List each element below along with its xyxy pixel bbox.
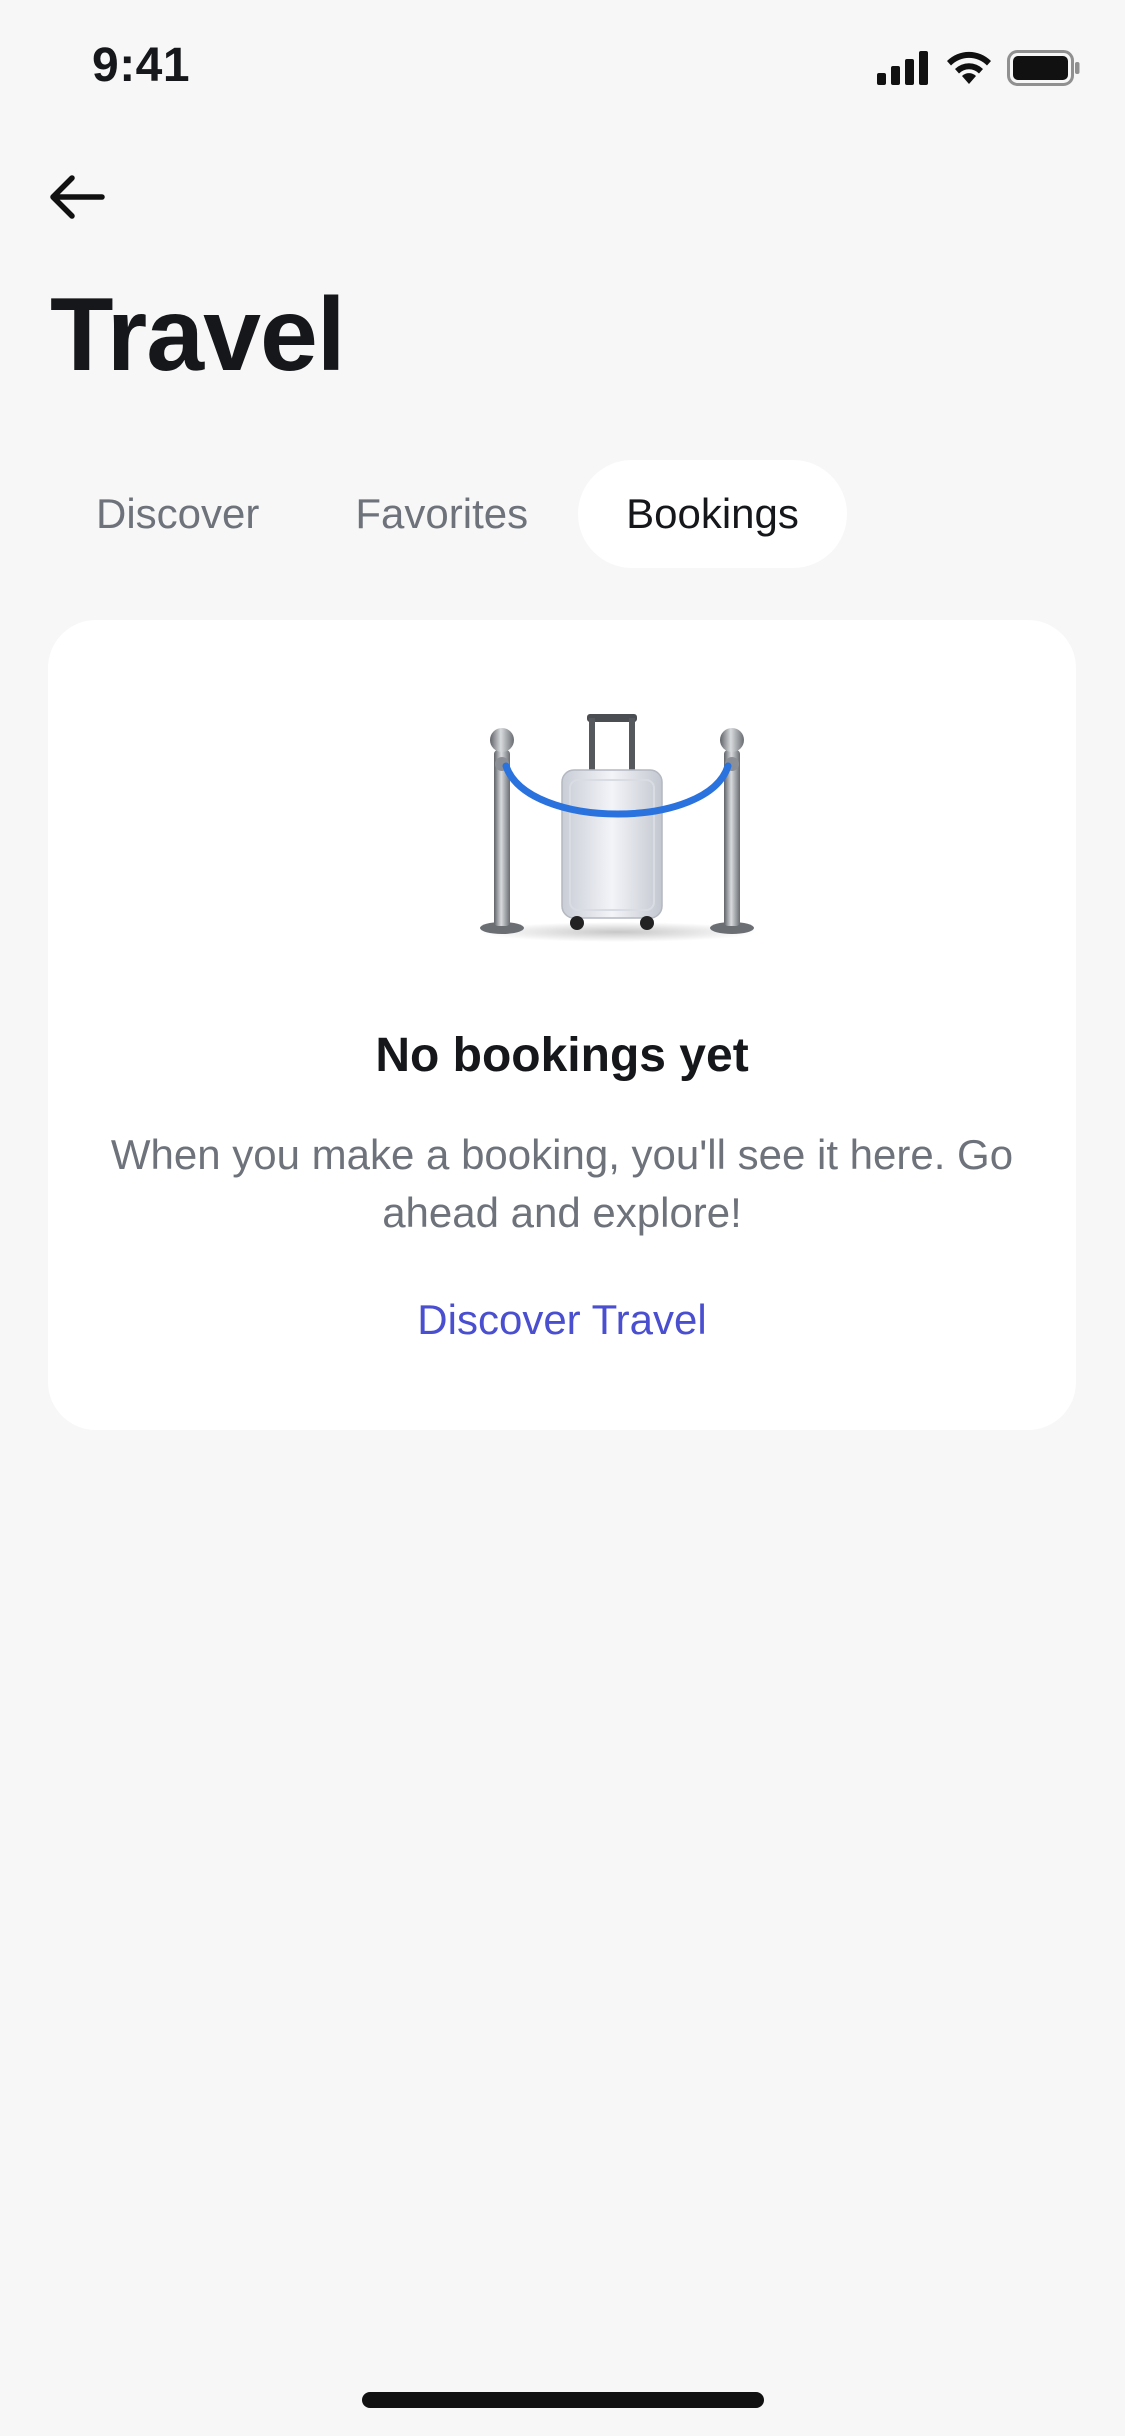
- status-icons: [877, 50, 1081, 86]
- arrow-left-icon: [50, 175, 105, 219]
- tab-bar: Discover Favorites Bookings: [48, 460, 847, 568]
- back-button[interactable]: [42, 162, 112, 232]
- wifi-icon: [947, 51, 991, 84]
- status-time: 9:41: [92, 39, 191, 92]
- tab-favorites[interactable]: Favorites: [307, 460, 576, 568]
- tab-discover[interactable]: Discover: [48, 460, 307, 568]
- status-bar: 9:41: [0, 0, 1125, 140]
- empty-state-message: When you make a booking, you'll see it h…: [110, 1131, 1014, 1236]
- battery-icon: [1007, 50, 1080, 86]
- tab-bookings[interactable]: Bookings: [578, 460, 847, 568]
- discover-travel-link[interactable]: Discover Travel: [48, 1296, 1076, 1344]
- cellular-signal-icon: [877, 51, 928, 85]
- luggage-with-stanchions-illustration: [478, 714, 758, 942]
- page-title: Travel: [50, 277, 346, 393]
- empty-state-title: No bookings yet: [375, 1029, 749, 1082]
- home-indicator: [362, 2392, 764, 2408]
- empty-state-card: No bookings yet When you make a booking,…: [48, 620, 1076, 1430]
